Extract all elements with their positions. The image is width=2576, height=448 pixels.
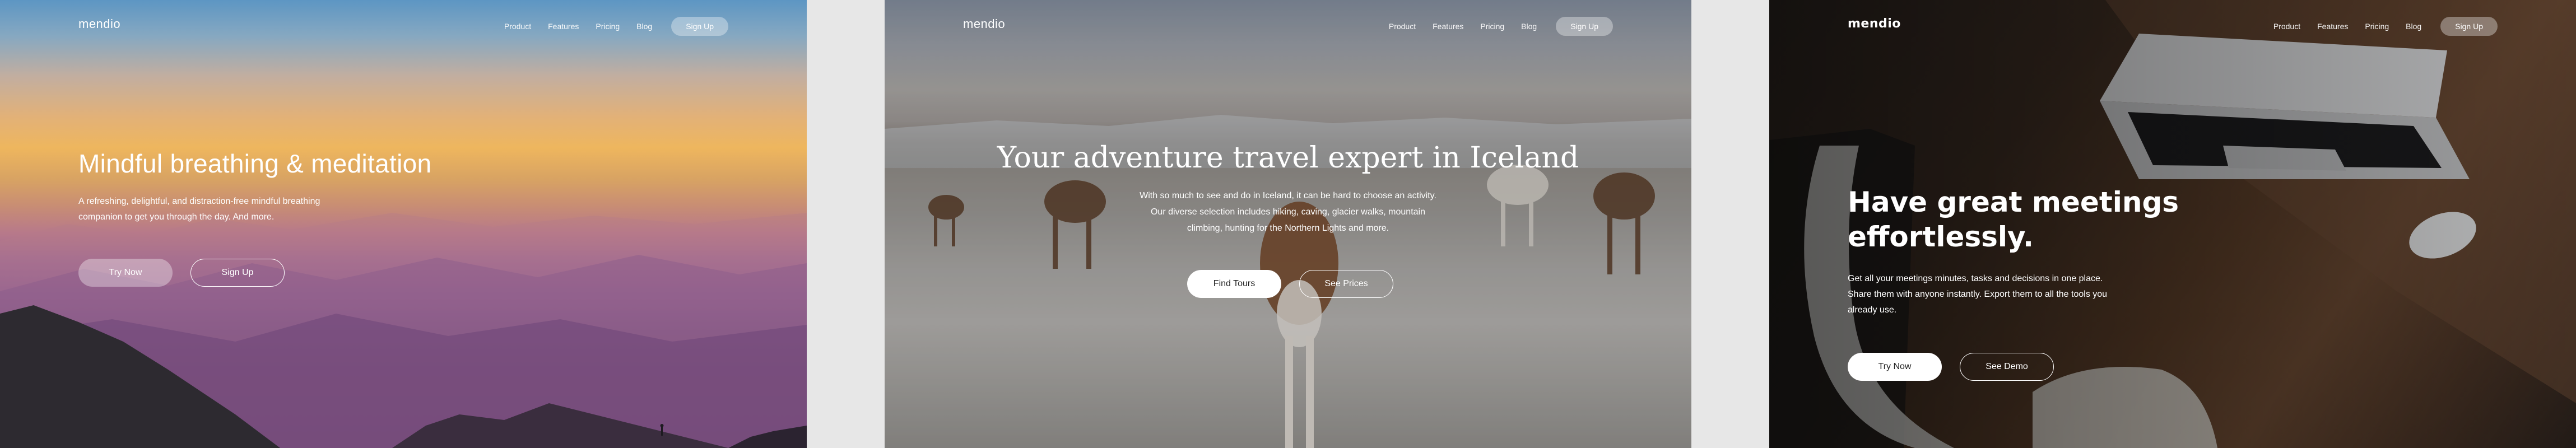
nav-features-link[interactable]: Features <box>1433 22 1463 31</box>
nav-signup-button[interactable]: Sign Up <box>2440 17 2498 36</box>
find-tours-button[interactable]: Find Tours <box>1187 270 1281 298</box>
hero-title: Have great meetings effortlessly. <box>1848 186 2179 253</box>
logo[interactable]: mendio <box>963 17 1005 31</box>
logo[interactable]: mendio <box>78 17 120 31</box>
hero-description: With so much to see and do in Iceland, i… <box>1140 191 1436 233</box>
sign-up-button[interactable]: Sign Up <box>190 259 285 287</box>
hero-description: A refreshing, delightful, and distractio… <box>78 197 320 222</box>
nav-blog-link[interactable]: Blog <box>2406 22 2421 31</box>
top-navigation: Product Features Pricing Blog Sign Up <box>1372 17 1613 36</box>
logo[interactable]: mendio <box>1848 17 1901 31</box>
nav-pricing-link[interactable]: Pricing <box>2365 22 2389 31</box>
hero-panel-iceland: mendio Product Features Pricing Blog Sig… <box>885 0 1691 448</box>
hero-description: Get all your meetings minutes, tasks and… <box>1848 274 2108 315</box>
try-now-button[interactable]: Try Now <box>1848 353 1942 381</box>
nav-signup-button[interactable]: Sign Up <box>1556 17 1613 36</box>
hero-panel-meditation: mendio Product Features Pricing Blog Sig… <box>0 0 807 448</box>
nav-product-link[interactable]: Product <box>1389 22 1416 31</box>
nav-pricing-link[interactable]: Pricing <box>596 22 620 31</box>
hero-title: Your adventure travel expert in Iceland <box>997 141 1579 175</box>
hero-title: Mindful breathing & meditation <box>78 149 432 178</box>
see-prices-button[interactable]: See Prices <box>1299 270 1393 298</box>
hero-panel-meetings: mendio Product Features Pricing Blog Sig… <box>1769 0 2576 448</box>
nav-features-link[interactable]: Features <box>2317 22 2348 31</box>
try-now-button[interactable]: Try Now <box>78 259 173 287</box>
nav-blog-link[interactable]: Blog <box>1521 22 1537 31</box>
nav-pricing-link[interactable]: Pricing <box>1480 22 1504 31</box>
see-demo-button[interactable]: See Demo <box>1960 353 2054 381</box>
nav-features-link[interactable]: Features <box>548 22 579 31</box>
nav-product-link[interactable]: Product <box>2273 22 2300 31</box>
nav-product-link[interactable]: Product <box>504 22 531 31</box>
nav-blog-link[interactable]: Blog <box>636 22 652 31</box>
top-navigation: Product Features Pricing Blog Sign Up <box>487 17 728 36</box>
nav-signup-button[interactable]: Sign Up <box>671 17 728 36</box>
top-navigation: Product Features Pricing Blog Sign Up <box>2257 17 2498 36</box>
